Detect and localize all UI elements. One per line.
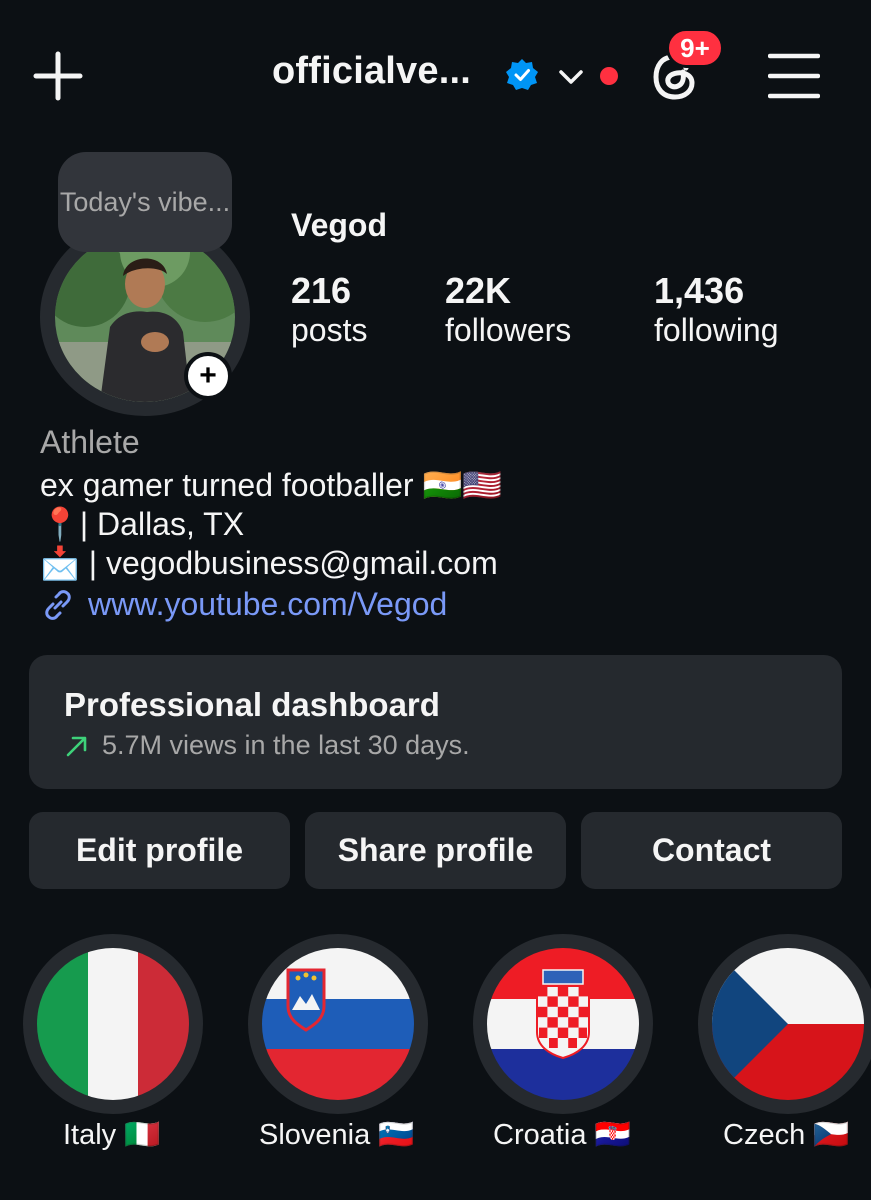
stat-following-value: 1,436: [654, 270, 745, 311]
account-username[interactable]: officialve...: [272, 50, 471, 93]
highlight-czech[interactable]: [698, 934, 871, 1114]
bio-line: 📩 | vegodbusiness@gmail.com: [40, 545, 498, 581]
bio-line: ex gamer turned footballer 🇮🇳🇺🇸: [40, 467, 503, 503]
notification-count-badge: 9+: [666, 28, 724, 68]
unread-dot: [600, 67, 618, 85]
stat-followers[interactable]: 22K followers: [445, 270, 571, 349]
profile-category: Athlete: [40, 424, 140, 460]
add-story-plus-icon[interactable]: +: [184, 352, 232, 400]
verified-badge-icon: [505, 58, 539, 92]
croatia-flag-icon: [487, 948, 639, 1100]
profile-link-text: www.youtube.com/Vegod: [88, 586, 448, 622]
stat-following-label: following: [654, 312, 779, 348]
stat-posts-value: 216: [291, 270, 352, 311]
bio-line: 📍| Dallas, TX: [40, 506, 245, 542]
dashboard-views-text: 5.7M views in the last 30 days.: [102, 730, 470, 760]
highlight-croatia[interactable]: [473, 934, 653, 1114]
share-profile-button[interactable]: Share profile: [305, 812, 566, 889]
highlight-slovenia[interactable]: [248, 934, 428, 1114]
profile-link[interactable]: www.youtube.com/Vegod: [40, 586, 447, 623]
stat-followers-value: 22K: [445, 270, 512, 311]
stat-posts[interactable]: 216 posts: [291, 270, 367, 349]
stat-following[interactable]: 1,436 following: [654, 270, 779, 349]
czech-flag-icon: [712, 948, 864, 1100]
create-plus-icon[interactable]: [30, 48, 86, 104]
highlight-label-slovenia: Slovenia 🇸🇮: [259, 1119, 415, 1151]
profile-note-bubble[interactable]: Today's vibe...: [58, 152, 232, 252]
stat-posts-label: posts: [291, 312, 368, 348]
chevron-down-icon[interactable]: [556, 62, 586, 92]
hamburger-menu-icon[interactable]: [767, 52, 821, 100]
highlight-italy[interactable]: [23, 934, 203, 1114]
link-icon: [45, 589, 71, 620]
display-name: Vegod: [291, 207, 388, 243]
contact-button[interactable]: Contact: [581, 812, 842, 889]
highlight-label-croatia: Croatia 🇭🇷: [493, 1119, 631, 1151]
stat-followers-label: followers: [445, 312, 572, 348]
highlight-label-italy: Italy 🇮🇹: [63, 1119, 161, 1151]
trend-up-arrow-icon: [66, 736, 87, 756]
italy-flag-icon: [37, 948, 189, 1100]
dashboard-title: Professional dashboard: [64, 686, 440, 723]
slovenia-flag-icon: [262, 948, 414, 1100]
dashboard-subtitle: 5.7M views in the last 30 days.: [64, 730, 470, 761]
edit-profile-button[interactable]: Edit profile: [29, 812, 290, 889]
highlight-label-czech: Czech 🇨🇿: [723, 1119, 850, 1151]
